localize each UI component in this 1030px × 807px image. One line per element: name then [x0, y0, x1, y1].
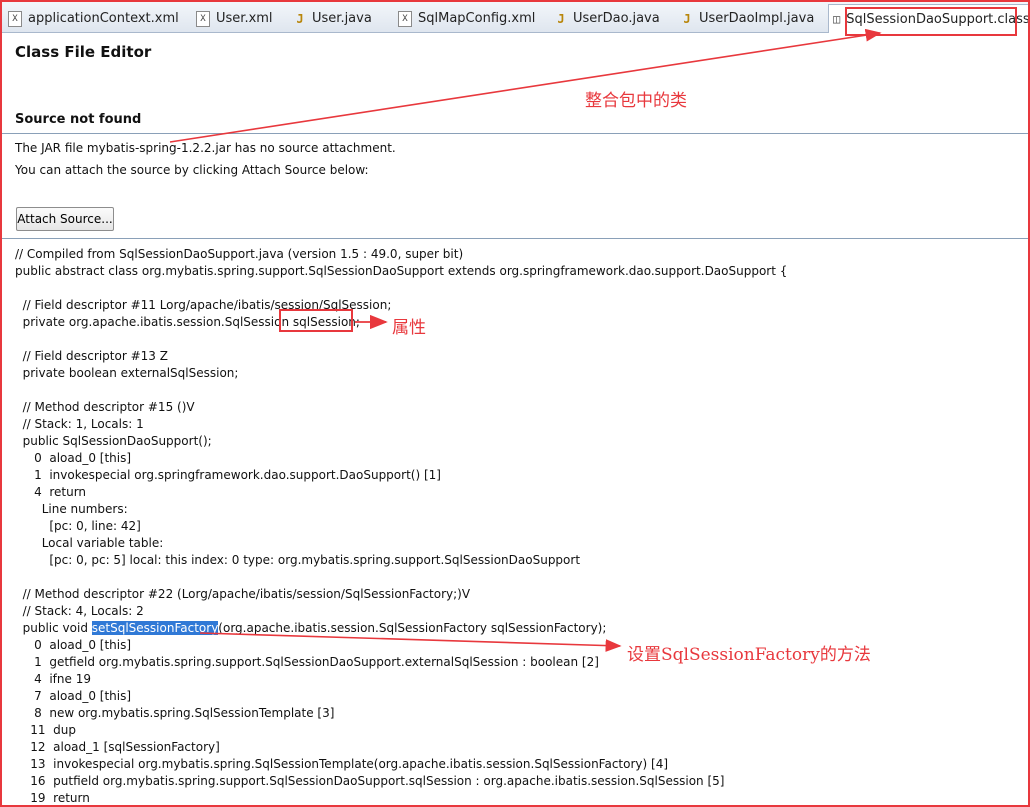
arrow-to-setter-note	[199, 632, 622, 652]
arrow-to-class-tab	[169, 28, 882, 143]
annotation-arrows	[169, 28, 882, 652]
